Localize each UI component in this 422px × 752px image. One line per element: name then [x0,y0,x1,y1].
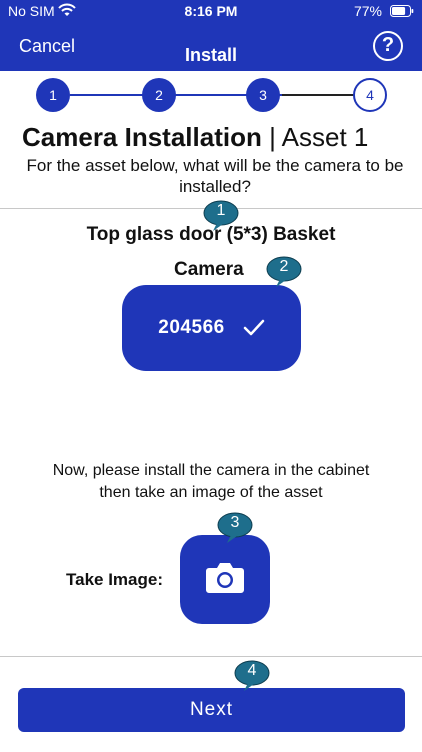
take-image-button[interactable] [180,535,270,624]
app-header: No SIM 8:16 PM 77% Cancel Install ? [0,0,422,71]
step-3[interactable]: 3 [246,78,280,112]
callout-number-4: 4 [247,662,257,679]
next-button[interactable]: Next [18,688,405,732]
callout-marker-4: 4 [234,660,270,691]
page-title: Camera Installation | Asset 1 [22,122,368,153]
camera-select-button[interactable]: 204566 [122,285,301,371]
take-image-label: Take Image: [66,570,164,589]
camera-icon [205,560,245,599]
divider-bottom [0,656,422,657]
status-bar: No SIM 8:16 PM 77% [0,0,422,24]
callout-number-3: 3 [230,514,240,531]
callout-marker-2: 2 [266,256,302,287]
camera-label: Camera [174,259,244,280]
callout-number-1: 1 [216,202,226,219]
progress-stepper: 1 2 3 4 [0,78,422,112]
battery-percent: 77% [353,3,382,19]
camera-id: 204566 [158,317,225,338]
page-subtitle: For the asset below, what will be the ca… [26,156,404,196]
check-icon [243,319,265,337]
install-instruction: Now, please install the camera in the ca… [52,462,370,501]
nav-title: Install [184,45,237,65]
step-4[interactable]: 4 [353,78,387,112]
step-1[interactable]: 1 [36,78,70,112]
help-icon[interactable]: ? [373,31,403,61]
step-2[interactable]: 2 [142,78,176,112]
page-title-separator: | [261,122,282,152]
battery-icon [390,4,414,17]
page-title-asset: Asset 1 [281,122,369,152]
callout-marker-3: 3 [217,512,253,543]
callout-marker-1: 1 [203,200,239,231]
page-title-main: Camera Installation [22,122,262,152]
callout-number-2: 2 [279,258,289,275]
step-connector-3 [282,94,354,96]
